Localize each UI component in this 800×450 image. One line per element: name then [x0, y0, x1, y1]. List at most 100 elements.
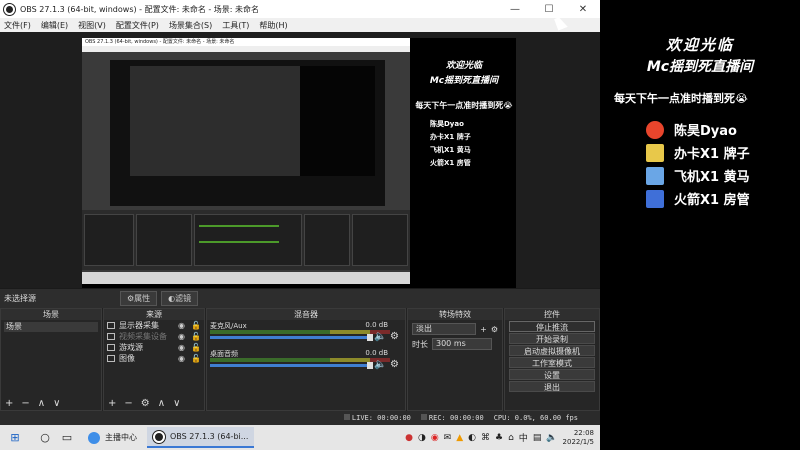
gear-icon[interactable]: ⚙	[491, 325, 498, 334]
gear-icon[interactable]: ⚙	[390, 359, 399, 370]
studio-mode-button[interactable]: 工作室模式	[509, 357, 595, 368]
stop-streaming-button[interactable]: 停止推流	[509, 321, 595, 332]
down-icon[interactable]: ∨	[53, 398, 60, 409]
tray-app-icon[interactable]: ⌂	[508, 433, 514, 443]
menu-scene-collection[interactable]: 场景集合(S)	[169, 20, 212, 31]
network-icon[interactable]: ▤	[533, 433, 542, 443]
card-icon	[646, 143, 664, 162]
lock-icon[interactable]: 🔓	[191, 321, 201, 330]
transition-select[interactable]: 淡出	[412, 323, 477, 335]
channel-name: 麦克风/Aux	[210, 322, 247, 330]
mixer-channel: 麦克风/Aux 0.0 dB 🔈 ⚙	[210, 321, 402, 343]
properties-button[interactable]: ⚙属性	[120, 291, 158, 306]
lock-icon[interactable]: 🔓	[191, 343, 201, 352]
minimize-button[interactable]: —	[498, 4, 532, 15]
remove-icon[interactable]: −	[21, 398, 29, 409]
monitor-icon	[107, 322, 115, 329]
live-status: LIVE: 00:00:00	[343, 414, 411, 422]
rocket-icon	[646, 189, 664, 208]
title-bar: OBS 27.1.3 (64-bit, windows) - 配置文件: 未命名…	[0, 0, 600, 18]
search-circle-icon[interactable]: ○	[34, 431, 56, 444]
source-item[interactable]: 视频采集设备 ◉ 🔓	[104, 331, 204, 342]
camera-icon	[107, 333, 115, 340]
menu-file[interactable]: 文件(F)	[4, 20, 31, 31]
volume-icon[interactable]: 🔈	[546, 433, 557, 443]
taskbar-app-label: OBS 27.1.3 (64-bi...	[170, 432, 249, 441]
context-bar: 未选择源 ⚙属性 ◐滤镜	[0, 288, 600, 308]
speaker-icon[interactable]: 🔈	[374, 359, 386, 370]
source-item[interactable]: 显示器采集 ◉ 🔓	[104, 320, 204, 331]
add-icon[interactable]: +	[480, 325, 487, 334]
gear-icon[interactable]: ⚙	[141, 398, 150, 409]
gear-icon[interactable]: ⚙	[390, 331, 399, 342]
windows-start-icon[interactable]: ⊞	[4, 431, 26, 444]
lock-icon[interactable]: 🔓	[191, 354, 201, 363]
volume-meter	[210, 358, 390, 362]
close-button[interactable]: ✕	[566, 4, 600, 15]
tray-app-icon[interactable]: ●	[405, 433, 413, 443]
tray-app-icon[interactable]: ◑	[418, 433, 426, 443]
menu-view[interactable]: 视图(V)	[78, 20, 106, 31]
lock-icon[interactable]: 🔓	[191, 332, 201, 341]
start-recording-button[interactable]: 开始录制	[509, 333, 595, 344]
scenes-header: 场景	[1, 309, 101, 320]
sources-dock: 来源 显示器采集 ◉ 🔓 视频采集设备 ◉ 🔓 游戏源 ◉ 🔓 图像 ◉ 🔓 +…	[103, 308, 205, 411]
menu-bar: 文件(F) 编辑(E) 视图(V) 配置文件(P) 场景集合(S) 工具(T) …	[0, 18, 600, 32]
menu-tools[interactable]: 工具(T)	[222, 20, 249, 31]
taskbar-app-streamer-center[interactable]: 主播中心	[82, 427, 143, 448]
stream-overlay-panel: 欢迎光临 Mc摇到死直播间 每天下午一点准时播到死😭 陈昊Dyao 办卡X1 牌…	[600, 0, 800, 450]
clock-date: 2022/1/5	[562, 437, 594, 446]
taskbar-app-obs[interactable]: OBS 27.1.3 (64-bi...	[147, 427, 255, 448]
tray-app-icon[interactable]: ▲	[456, 433, 463, 443]
volume-slider[interactable]	[210, 362, 373, 369]
eye-icon[interactable]: ◉	[178, 343, 185, 352]
obs-window: OBS 27.1.3 (64-bit, windows) - 配置文件: 未命名…	[0, 0, 600, 425]
duration-row: 时长 300 ms	[412, 338, 498, 350]
exit-button[interactable]: 退出	[509, 381, 595, 392]
input-method-icon[interactable]: 中	[519, 431, 528, 444]
source-label: 显示器采集	[119, 321, 159, 330]
eye-icon[interactable]: ◉	[178, 321, 185, 330]
duration-input[interactable]: 300 ms	[432, 338, 492, 350]
tray-app-icon[interactable]: ♣	[495, 433, 503, 443]
add-icon[interactable]: +	[5, 398, 13, 409]
source-item[interactable]: 游戏源 ◉ 🔓	[104, 342, 204, 353]
tray-app-icon[interactable]: ⌘	[481, 433, 490, 443]
speaker-icon[interactable]: 🔈	[374, 331, 386, 342]
add-icon[interactable]: +	[108, 398, 116, 409]
settings-button[interactable]: 设置	[509, 369, 595, 380]
down-icon[interactable]: ∨	[173, 398, 180, 409]
filters-button[interactable]: ◐滤镜	[161, 291, 199, 306]
menu-edit[interactable]: 编辑(E)	[41, 20, 68, 31]
gamepad-icon	[107, 344, 115, 351]
canvas-row: 飞机X1 黄马	[430, 146, 471, 154]
up-icon[interactable]: ∧	[158, 398, 165, 409]
task-view-icon[interactable]: ▭	[56, 431, 78, 444]
taskbar: ⊞ ○ ▭ 主播中心 OBS 27.1.3 (64-bi... ● ◑ ◉ ✉ …	[0, 425, 600, 450]
airplane-icon	[646, 166, 664, 185]
tray-app-icon[interactable]: ✉	[444, 433, 452, 443]
preview-area[interactable]: OBS 27.1.3 (64-bit, windows) - 配置文件: 未命名…	[0, 32, 600, 316]
remove-icon[interactable]: −	[124, 398, 132, 409]
source-item[interactable]: 图像 ◉ 🔓	[104, 353, 204, 364]
menu-profile[interactable]: 配置文件(P)	[116, 20, 159, 31]
eye-icon[interactable]: ◉	[178, 332, 185, 341]
tray-app-icon[interactable]: ◐	[468, 433, 476, 443]
eye-icon[interactable]: ◉	[178, 354, 185, 363]
cpu-status: CPU: 0.0%, 60.00 fps	[493, 414, 578, 422]
volume-slider[interactable]	[210, 334, 373, 341]
menu-help[interactable]: 帮助(H)	[259, 20, 287, 31]
canvas-notice: 每天下午一点准时播到死😭	[415, 101, 513, 110]
up-icon[interactable]: ∧	[38, 398, 45, 409]
canvas-subtitle: Mc摇到死直播间	[429, 76, 499, 86]
maximize-button[interactable]: ☐	[532, 4, 566, 15]
overlay-row-text: 办卡X1 牌子	[674, 147, 750, 162]
overlay-row: 陈昊Dyao	[646, 118, 750, 141]
clock[interactable]: 22:08 2022/1/5	[563, 429, 594, 447]
overlay-row-text: 火箭X1 房管	[674, 193, 750, 208]
scene-item[interactable]: 场景	[4, 322, 98, 332]
virtual-camera-button[interactable]: 启动虚拟摄像机	[509, 345, 595, 356]
tray-app-icon[interactable]: ◉	[431, 433, 439, 443]
overlay-row: 飞机X1 黄马	[646, 164, 750, 187]
canvas-welcome: 欢迎光临	[445, 61, 482, 71]
